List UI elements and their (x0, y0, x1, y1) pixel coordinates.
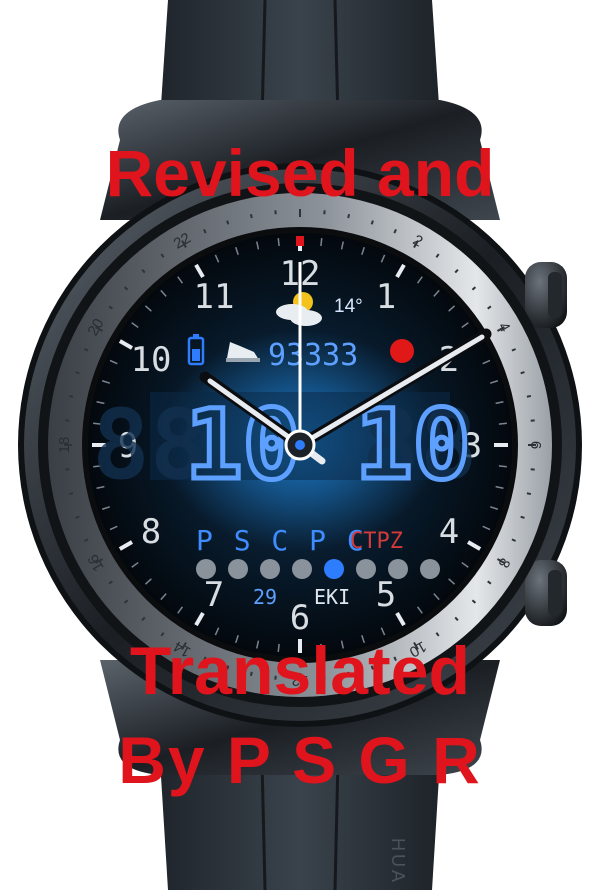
page-dot (420, 559, 440, 579)
record-dot (390, 339, 414, 363)
page-dot (228, 559, 248, 579)
dial-number: 8 (141, 512, 161, 552)
dial-number: 4 (439, 512, 459, 552)
active-weekday: CTPZ (350, 529, 403, 554)
dial-number: 1 (376, 277, 396, 317)
shoe-icon (226, 342, 260, 362)
weekday-row: P S C P C (196, 524, 366, 557)
page-dot (356, 559, 376, 579)
date-month: EKI (314, 585, 350, 609)
dial-number: 10 (131, 340, 172, 380)
overlay-line-1: Revised and (105, 136, 495, 210)
overlay-line-2: Translated (129, 633, 471, 709)
temperature: 14° (334, 296, 363, 317)
page-dot (292, 559, 312, 579)
active-dot (324, 559, 344, 579)
page-dot (196, 559, 216, 579)
date-day: 29 (253, 585, 277, 609)
dial-number: 11 (194, 277, 235, 317)
page-dots (196, 559, 440, 579)
step-count: 93333 (268, 338, 358, 373)
dial-number: 7 (204, 575, 224, 615)
page-dot (388, 559, 408, 579)
dial-number: 5 (376, 575, 396, 615)
battery-icon (187, 334, 205, 366)
overlay-line-3: By P S G R (118, 723, 482, 797)
strap-brand: HUA (388, 838, 408, 885)
page-dot (260, 559, 280, 579)
